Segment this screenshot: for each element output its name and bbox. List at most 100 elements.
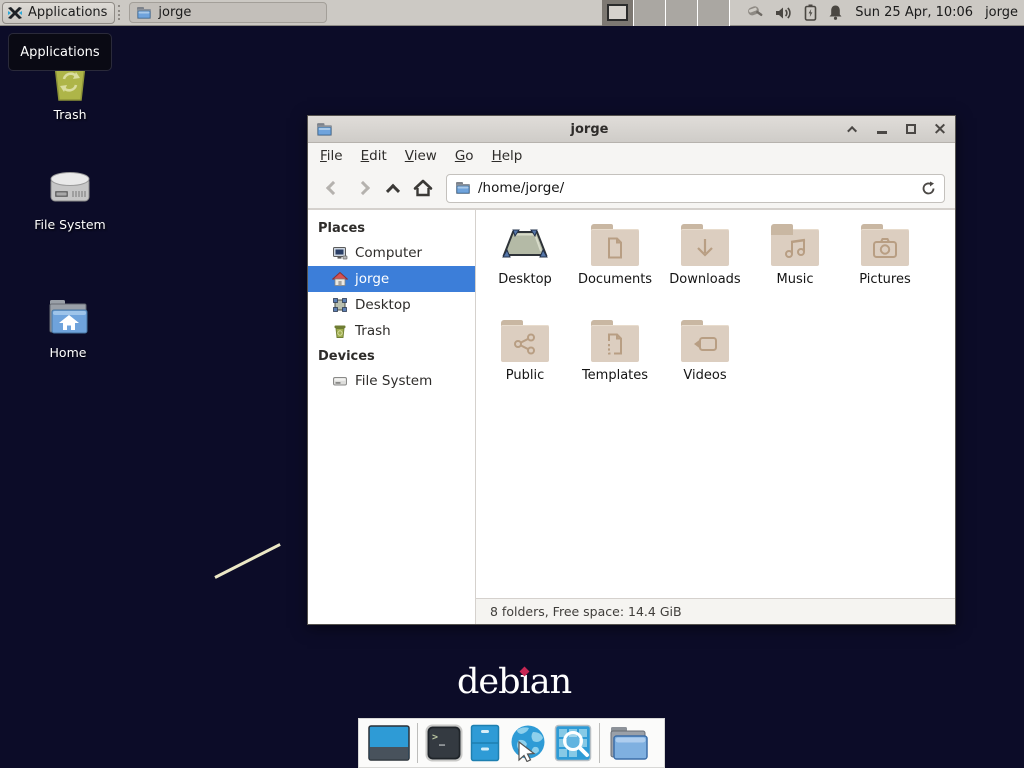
terminal-icon: > _: [425, 724, 463, 762]
folder-icon: [591, 320, 639, 362]
folder-item-documents[interactable]: Documents: [570, 224, 660, 320]
home-icon: [413, 179, 433, 197]
document-glyph-icon: [605, 237, 625, 259]
taskbar-window-label: jorge: [158, 5, 191, 20]
folder-item-templates[interactable]: Templates: [570, 320, 660, 416]
up-icon: [386, 184, 400, 198]
music-glyph-icon: [783, 237, 807, 259]
forward-icon: [356, 181, 370, 195]
sidebar-item-trash[interactable]: Trash: [308, 318, 475, 344]
applications-menu-button[interactable]: Applications: [2, 2, 115, 24]
notification-bell-icon[interactable]: [828, 4, 843, 21]
file-manager-button[interactable]: [470, 724, 500, 762]
menu-help[interactable]: Help: [484, 145, 531, 167]
panel-username[interactable]: jorge: [985, 5, 1018, 20]
minimize-button[interactable]: [875, 122, 889, 136]
web-browser-button[interactable]: [507, 724, 547, 762]
folder-item-videos[interactable]: Videos: [660, 320, 750, 416]
applications-menu-label: Applications: [28, 5, 107, 20]
show-desktop-icon: [368, 725, 410, 761]
folder-item-desktop[interactable]: Desktop: [480, 224, 570, 320]
trash-small-icon: [332, 323, 348, 339]
sidebar-item-computer[interactable]: Computer: [308, 240, 475, 266]
applications-tooltip: Applications: [8, 33, 112, 71]
up-button[interactable]: [378, 173, 408, 203]
menu-file[interactable]: File: [312, 145, 351, 167]
forward-button[interactable]: [348, 173, 378, 203]
app-finder-button[interactable]: [554, 724, 592, 762]
folder-item-pictures[interactable]: Pictures: [840, 224, 930, 320]
folder-shortcut-button[interactable]: [607, 725, 649, 761]
statusbar: 8 folders, Free space: 14.4 GiB: [476, 598, 955, 624]
folder-label: Documents: [578, 272, 652, 287]
system-tray: [746, 4, 843, 21]
sidebar-item-label: Computer: [355, 245, 422, 261]
workspace-1[interactable]: [602, 0, 634, 26]
share-glyph-icon: [513, 333, 537, 355]
mouse-tray-icon[interactable]: [746, 4, 764, 21]
sidebar-item-file-system[interactable]: File System: [308, 368, 475, 394]
video-glyph-icon: [692, 334, 718, 354]
workspace-3[interactable]: [666, 0, 698, 26]
folder-label: Downloads: [669, 272, 740, 287]
close-button[interactable]: ×: [933, 122, 947, 136]
back-button[interactable]: [318, 173, 348, 203]
shade-button[interactable]: [846, 122, 860, 136]
battery-tray-icon[interactable]: [804, 4, 817, 21]
menu-view[interactable]: View: [397, 145, 445, 167]
sidebar-item-label: Desktop: [355, 297, 411, 313]
folder-item-music[interactable]: Music: [750, 224, 840, 320]
svg-text:_: _: [439, 735, 446, 746]
panel-clock[interactable]: Sun 25 Apr, 10:06: [855, 5, 973, 20]
download-glyph-icon: [694, 237, 716, 259]
path-bar[interactable]: /home/jorge/: [446, 174, 945, 203]
terminal-button[interactable]: > _: [425, 724, 463, 762]
folder-icon: [681, 320, 729, 362]
sidebar-item-jorge[interactable]: jorge: [308, 266, 475, 292]
applications-menu-icon: [7, 5, 23, 21]
statusbar-text: 8 folders, Free space: 14.4 GiB: [490, 604, 682, 619]
menu-go[interactable]: Go: [447, 145, 482, 167]
workspace-4[interactable]: [698, 0, 730, 26]
file-view[interactable]: Desktop Documents: [476, 210, 955, 598]
hard-drive-icon: [46, 166, 94, 212]
reload-icon[interactable]: [921, 181, 936, 196]
panel-drag-handle[interactable]: [118, 5, 124, 20]
maximize-button[interactable]: [904, 122, 918, 136]
drive-small-icon: [332, 373, 348, 389]
web-browser-globe-icon: [507, 724, 547, 762]
folder-item-public[interactable]: Public: [480, 320, 570, 416]
menu-edit[interactable]: Edit: [353, 145, 395, 167]
desktop-icon-home[interactable]: Home: [20, 296, 116, 360]
sidebar-header-devices: Devices: [308, 344, 475, 368]
home-button[interactable]: [408, 173, 438, 203]
desktop-icon-label: Home: [50, 345, 87, 360]
folder-icon: [681, 224, 729, 266]
desktop-icon-label: Trash: [53, 107, 86, 122]
applications-tooltip-text: Applications: [20, 45, 99, 60]
titlebar[interactable]: jorge ×: [308, 116, 955, 143]
debian-logo-text: deb: [457, 662, 520, 702]
top-panel: Applications jorge: [0, 0, 1024, 26]
toolbar: /home/jorge/: [308, 168, 955, 209]
computer-icon: [332, 245, 348, 261]
workspace-switcher[interactable]: [602, 0, 730, 26]
template-glyph-icon: [605, 333, 625, 355]
workspace-2[interactable]: [634, 0, 666, 26]
folder-item-downloads[interactable]: Downloads: [660, 224, 750, 320]
debian-logo-text: an: [530, 662, 571, 702]
debian-logo: debıan: [457, 662, 571, 702]
show-desktop-button[interactable]: [368, 725, 410, 761]
workspace-window-preview: [607, 4, 628, 21]
sidebar-item-label: jorge: [355, 271, 389, 287]
sidebar-item-desktop[interactable]: Desktop: [308, 292, 475, 318]
dock-separator: [417, 723, 418, 763]
volume-tray-icon[interactable]: [775, 5, 793, 21]
path-input[interactable]: /home/jorge/: [478, 180, 914, 196]
desktop-icon-file-system[interactable]: File System: [22, 166, 118, 232]
folder-label: Music: [777, 272, 814, 287]
file-cabinet-icon: [470, 724, 500, 762]
window-title: jorge: [333, 122, 846, 137]
taskbar-window-button[interactable]: jorge: [129, 2, 327, 23]
bottom-dock: > _: [358, 718, 665, 768]
